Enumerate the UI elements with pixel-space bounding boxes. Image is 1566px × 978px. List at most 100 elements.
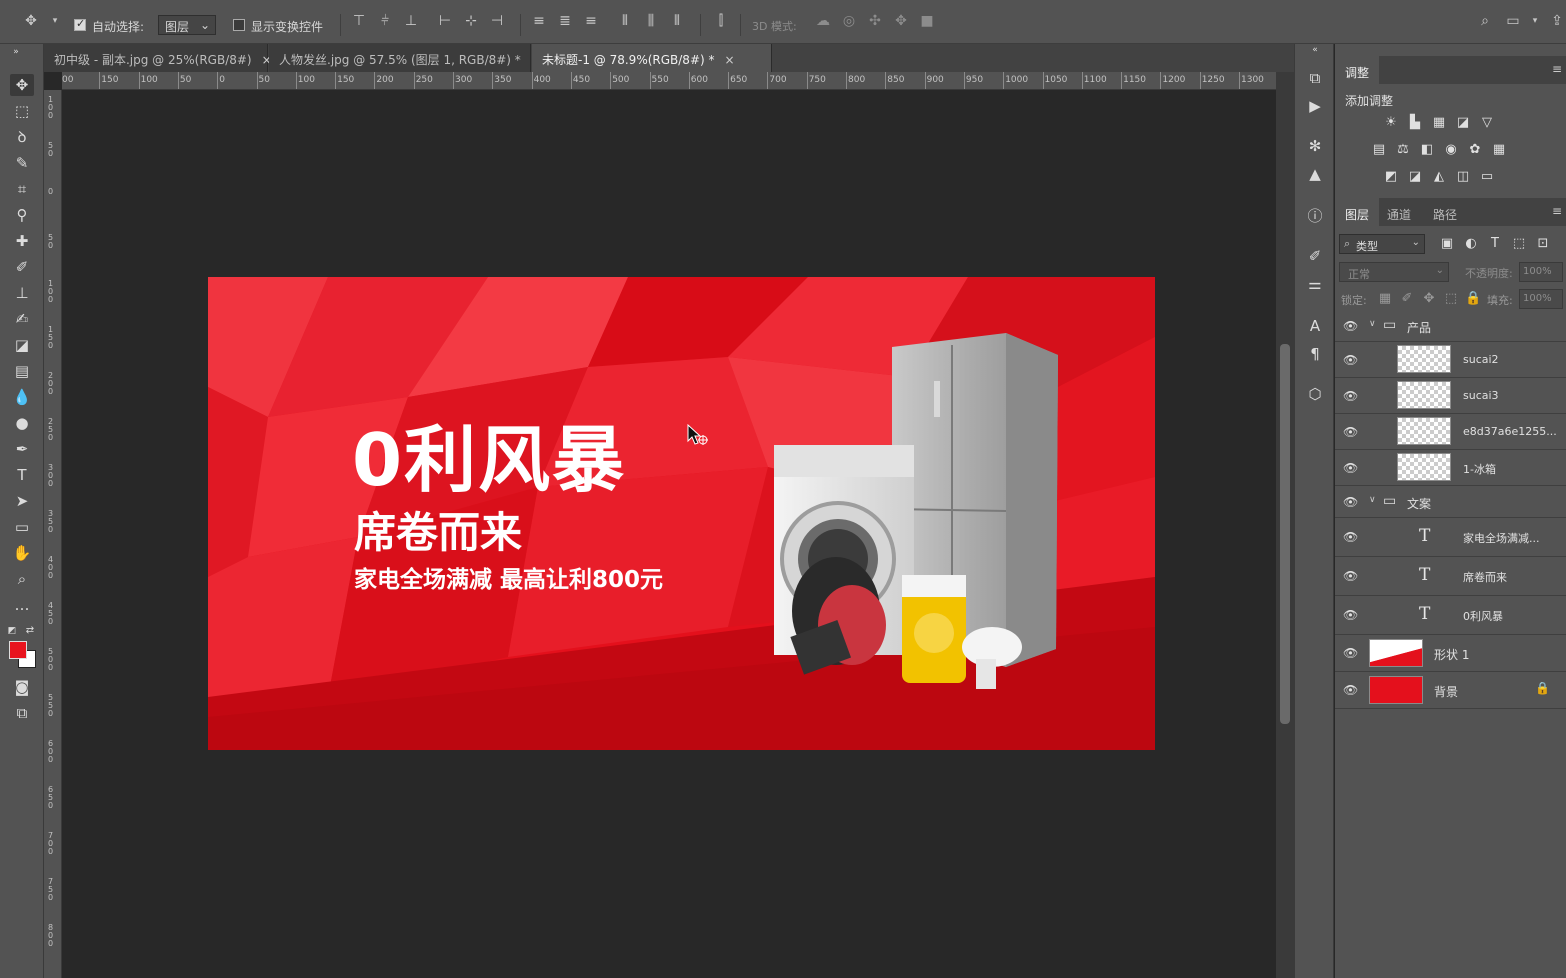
3d-panel-icon[interactable]: ⬡ bbox=[1303, 382, 1327, 406]
collapse-icon[interactable]: « bbox=[1303, 44, 1327, 56]
opacity-input[interactable]: 100% bbox=[1519, 262, 1563, 282]
collapse-icon[interactable]: » bbox=[4, 46, 28, 58]
quick-mask-icon[interactable]: ◙ bbox=[10, 676, 34, 698]
eraser-tool-icon[interactable]: ◪ bbox=[10, 334, 34, 356]
brush-settings-panel-icon[interactable]: ⚌ bbox=[1303, 272, 1327, 296]
paragraph-panel-icon[interactable]: ¶ bbox=[1303, 342, 1327, 366]
chevron-down-icon[interactable]: ▾ bbox=[46, 12, 64, 30]
brightness-adjust-icon[interactable]: ☀ bbox=[1383, 116, 1399, 130]
distribute-top-icon[interactable]: ≡ bbox=[530, 12, 548, 30]
vertical-scrollbar[interactable] bbox=[1276, 72, 1294, 978]
auto-select-checkbox[interactable] bbox=[74, 17, 86, 31]
eye-icon[interactable]: 👁 bbox=[1343, 495, 1359, 509]
lock-position-icon[interactable]: ✥ bbox=[1421, 292, 1437, 306]
auto-select-target-dropdown[interactable]: 图层 ⌄ bbox=[158, 15, 216, 35]
show-transform-checkbox[interactable] bbox=[233, 19, 245, 31]
invert-adjust-icon[interactable]: ◩ bbox=[1383, 170, 1399, 184]
3d-roll-icon[interactable]: ◎ bbox=[840, 12, 858, 30]
eye-icon[interactable]: 👁 bbox=[1343, 389, 1359, 403]
eye-icon[interactable]: 👁 bbox=[1343, 530, 1359, 544]
align-bottom-icon[interactable]: ⊥ bbox=[402, 12, 420, 30]
share-icon[interactable]: ⇪ bbox=[1548, 12, 1566, 30]
history-brush-tool-icon[interactable]: ✍ bbox=[10, 308, 34, 330]
color-lookup-adjust-icon[interactable]: ▦ bbox=[1491, 143, 1507, 157]
blur-tool-icon[interactable]: 💧 bbox=[10, 386, 34, 408]
swap-colors-icon[interactable]: ⇄ bbox=[24, 620, 36, 642]
tab-document-3[interactable]: 未标题-1 @ 78.9%(RGB/8#) * × bbox=[532, 44, 772, 72]
layer-group-copy[interactable]: 👁 ∨ ▭ 文案 bbox=[1335, 486, 1566, 518]
3d-scale-icon[interactable]: ■ bbox=[918, 12, 936, 30]
default-colors-icon[interactable]: ◩ bbox=[6, 620, 18, 642]
distribute-bottom-icon[interactable]: ≡ bbox=[582, 12, 600, 30]
align-left-icon[interactable]: ⊢ bbox=[436, 12, 454, 30]
lock-all-icon[interactable]: 🔒 bbox=[1465, 292, 1481, 306]
filter-pixel-icon[interactable]: ▣ bbox=[1439, 237, 1455, 251]
filter-type-icon[interactable]: T bbox=[1487, 237, 1503, 251]
align-hcenter-icon[interactable]: ⊹ bbox=[462, 12, 480, 30]
path-select-tool-icon[interactable]: ➤ bbox=[10, 490, 34, 512]
layer-background[interactable]: 👁 背景 🔒 bbox=[1335, 672, 1566, 709]
character-panel-icon[interactable]: A bbox=[1303, 314, 1327, 338]
eye-icon[interactable]: 👁 bbox=[1343, 319, 1359, 333]
channel-mixer-adjust-icon[interactable]: ✿ bbox=[1467, 143, 1483, 157]
panel-menu-icon[interactable]: ≡ bbox=[1552, 204, 1562, 218]
layer-text-subhead[interactable]: 👁 T 席卷而来 bbox=[1335, 557, 1566, 596]
3d-pan-icon[interactable]: ✣ bbox=[866, 12, 884, 30]
info-panel-icon[interactable]: ⓘ bbox=[1303, 204, 1327, 228]
posterize-adjust-icon[interactable]: ◪ bbox=[1407, 170, 1423, 184]
gradient-tool-icon[interactable]: ▤ bbox=[10, 360, 34, 382]
pen-tool-icon[interactable]: ✒ bbox=[10, 438, 34, 460]
chevron-down-icon[interactable]: ▾ bbox=[1526, 12, 1544, 30]
chevron-down-icon[interactable]: ∨ bbox=[1369, 319, 1376, 329]
lock-transparent-icon[interactable]: ▦ bbox=[1377, 292, 1393, 306]
tab-layers[interactable]: 图层 bbox=[1335, 198, 1380, 226]
healing-brush-tool-icon[interactable]: ✚ bbox=[10, 230, 34, 252]
layer-text-headline[interactable]: 👁 T 0利风暴 bbox=[1335, 596, 1566, 635]
auto-align-icon[interactable]: ⫿ bbox=[712, 12, 730, 30]
distribute-vcenter-icon[interactable]: ≣ bbox=[556, 12, 574, 30]
exposure-adjust-icon[interactable]: ◪ bbox=[1455, 116, 1471, 130]
chevron-down-icon[interactable]: ∨ bbox=[1369, 495, 1376, 505]
histogram-panel-icon[interactable]: ▲ bbox=[1303, 162, 1327, 186]
type-tool-icon[interactable]: T bbox=[10, 464, 34, 486]
move-tool-icon[interactable]: ✥ bbox=[22, 12, 40, 30]
color-balance-adjust-icon[interactable]: ⚖ bbox=[1395, 143, 1411, 157]
marquee-tool-icon[interactable]: ⬚ bbox=[10, 100, 34, 122]
layer-sucai3[interactable]: 👁 sucai3 bbox=[1335, 378, 1566, 414]
photo-filter-adjust-icon[interactable]: ◉ bbox=[1443, 143, 1459, 157]
tab-document-1[interactable]: 初中级 - 副本.jpg @ 25%(RGB/8#) × bbox=[44, 44, 272, 72]
brush-tool-icon[interactable]: ✐ bbox=[10, 256, 34, 278]
panel-menu-icon[interactable]: ≡ bbox=[1552, 62, 1562, 76]
rectangle-tool-icon[interactable]: ▭ bbox=[10, 516, 34, 538]
hand-tool-icon[interactable]: ✋ bbox=[10, 542, 34, 564]
eye-icon[interactable]: 👁 bbox=[1343, 353, 1359, 367]
lock-pixels-icon[interactable]: ✐ bbox=[1399, 292, 1415, 306]
navigator-panel-icon[interactable]: ✻ bbox=[1303, 134, 1327, 158]
scrollbar-thumb[interactable] bbox=[1280, 344, 1290, 724]
screen-mode-icon[interactable]: ⧉ bbox=[10, 702, 34, 724]
filter-smart-icon[interactable]: ⊡ bbox=[1535, 237, 1551, 251]
quick-select-tool-icon[interactable]: ✎ bbox=[10, 152, 34, 174]
align-vcenter-icon[interactable]: ⫩ bbox=[376, 12, 394, 30]
move-tool-icon[interactable]: ✥ bbox=[10, 74, 34, 96]
align-top-icon[interactable]: ⊤ bbox=[350, 12, 368, 30]
dodge-tool-icon[interactable]: ● bbox=[10, 412, 34, 434]
clone-stamp-tool-icon[interactable]: ⊥ bbox=[10, 282, 34, 304]
filter-shape-icon[interactable]: ⬚ bbox=[1511, 237, 1527, 251]
selective-color-adjust-icon[interactable]: ◫ bbox=[1455, 170, 1471, 184]
lasso-tool-icon[interactable]: ꝺ bbox=[10, 126, 34, 148]
history-panel-icon[interactable]: ⧉ bbox=[1303, 66, 1327, 90]
layer-filter-dropdown[interactable]: ⌕ 类型 ⌄ bbox=[1339, 234, 1425, 254]
3d-slide-icon[interactable]: ✥ bbox=[892, 12, 910, 30]
brushes-panel-icon[interactable]: ✐ bbox=[1303, 244, 1327, 268]
banner-artwork[interactable]: 0利风暴 席卷而来 家电全场满减 最高让利800元 bbox=[208, 277, 1155, 750]
layer-fridge[interactable]: 👁 1-冰箱 bbox=[1335, 450, 1566, 486]
more-tools-icon[interactable]: … bbox=[10, 594, 34, 616]
actions-panel-icon[interactable]: ▶ bbox=[1303, 94, 1327, 118]
tab-document-2[interactable]: 人物发丝.jpg @ 57.5% (图层 1, RGB/8#) *× bbox=[269, 44, 541, 72]
tab-channels[interactable]: 通道 bbox=[1377, 198, 1421, 226]
layer-sucai2[interactable]: 👁 sucai2 bbox=[1335, 342, 1566, 378]
crop-tool-icon[interactable]: ⌗ bbox=[10, 178, 34, 200]
fill-input[interactable]: 100% bbox=[1519, 289, 1563, 309]
hue-saturation-adjust-icon[interactable]: ▤ bbox=[1371, 143, 1387, 157]
